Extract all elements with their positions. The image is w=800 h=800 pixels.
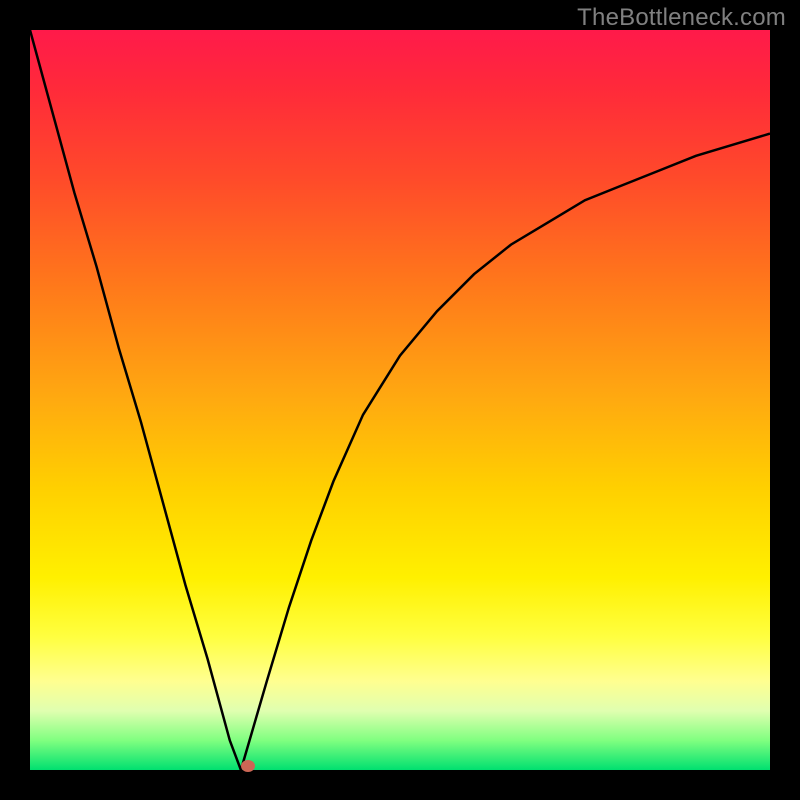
watermark-text: TheBottleneck.com — [577, 4, 786, 32]
curve-path — [30, 30, 770, 770]
bottleneck-curve — [30, 30, 770, 770]
plot-area — [30, 30, 770, 770]
optimum-marker — [241, 760, 255, 772]
chart-frame: TheBottleneck.com — [0, 0, 800, 800]
